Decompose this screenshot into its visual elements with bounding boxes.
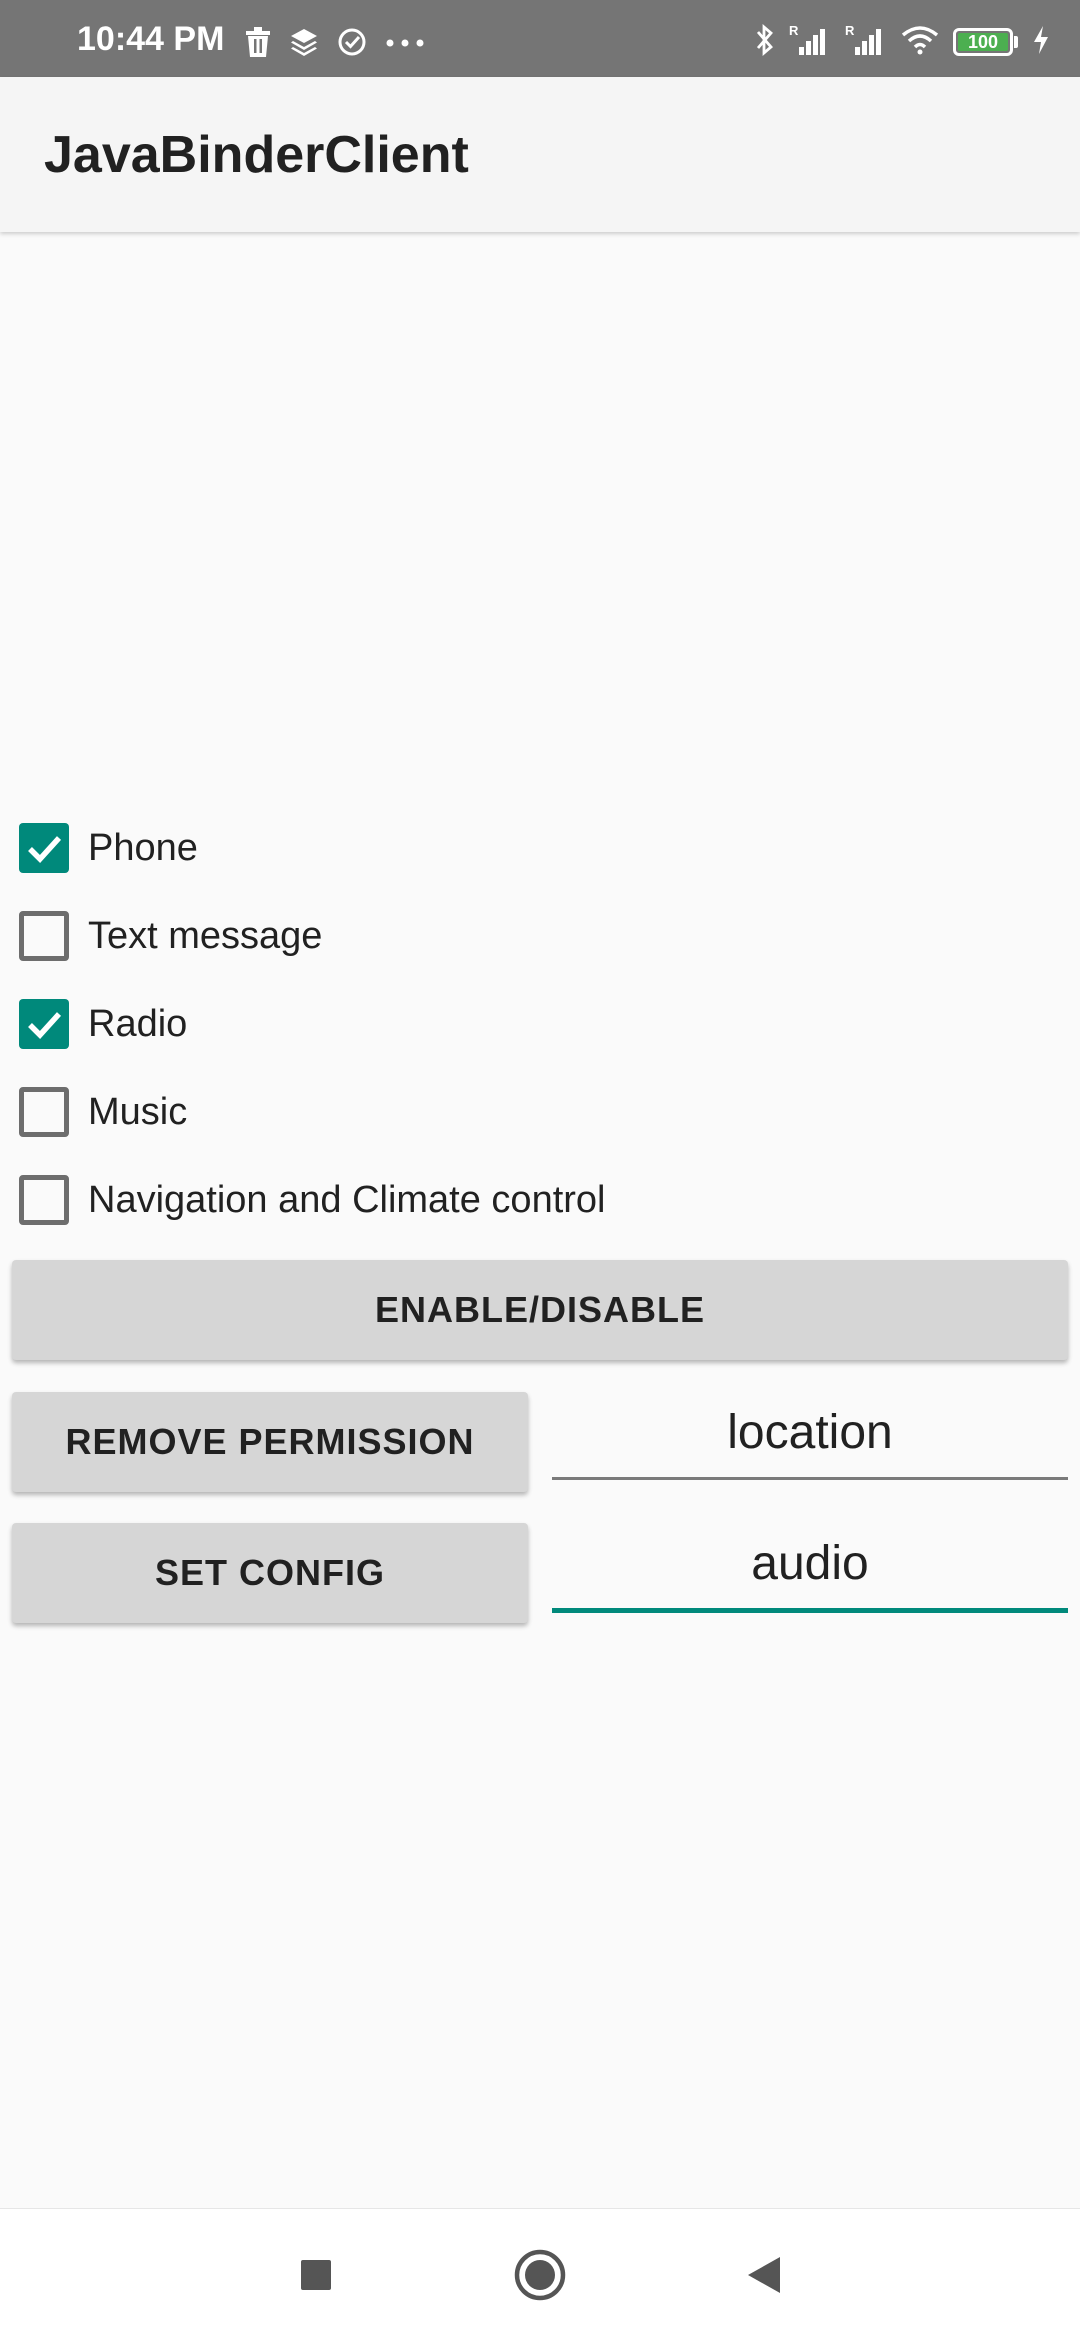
battery-icon: 100 <box>953 28 1018 56</box>
home-circle-icon[interactable] <box>512 2247 568 2303</box>
remove-permission-button[interactable]: REMOVE PERMISSION <box>12 1392 528 1492</box>
back-triangle-icon[interactable] <box>736 2247 792 2303</box>
status-system-icons: R R 100 <box>755 22 1050 62</box>
more-dots-icon <box>385 35 425 53</box>
bluetooth-icon <box>755 23 775 62</box>
app-bar: JavaBinderClient <box>0 77 1080 232</box>
recents-square-icon[interactable] <box>288 2247 344 2303</box>
checkbox-unchecked-icon[interactable] <box>19 1087 69 1137</box>
checkbox-text-message[interactable]: Text message <box>0 892 1080 980</box>
checkbox-label: Music <box>88 1091 188 1133</box>
permission-field[interactable] <box>552 1387 1068 1480</box>
trash-icon <box>245 26 271 62</box>
checkbox-unchecked-icon[interactable] <box>19 1175 69 1225</box>
checkbox-phone[interactable]: Phone <box>0 804 1080 892</box>
status-bar: 10:44 PM R R 100 <box>0 0 1080 77</box>
checkbox-music[interactable]: Music <box>0 1068 1080 1156</box>
checkbox-label: Navigation and Climate control <box>88 1179 606 1221</box>
layers-icon <box>289 27 319 62</box>
checkbox-radio[interactable]: Radio <box>0 980 1080 1068</box>
navigation-bar <box>0 2208 1080 2341</box>
status-time: 10:44 PM <box>77 20 225 58</box>
checkbox-label: Text message <box>88 915 323 957</box>
config-field[interactable] <box>552 1518 1068 1613</box>
check-circle-icon <box>337 27 367 62</box>
status-notification-icons <box>245 24 425 64</box>
checkbox-checked-icon[interactable] <box>19 999 69 1049</box>
charging-icon <box>1032 25 1050 60</box>
svg-text:R: R <box>845 23 855 38</box>
set-config-button[interactable]: SET CONFIG <box>12 1523 528 1623</box>
checkbox-label: Radio <box>88 1003 188 1045</box>
permission-input[interactable] <box>552 1404 1068 1460</box>
enable-disable-button[interactable]: ENABLE/DISABLE <box>12 1260 1068 1360</box>
checkbox-navigation-climate[interactable]: Navigation and Climate control <box>0 1156 1080 1244</box>
signal-roaming-icon: R <box>789 23 831 62</box>
signal-roaming-icon: R <box>845 23 887 62</box>
wifi-icon <box>901 25 939 60</box>
svg-text:R: R <box>789 23 799 38</box>
checkbox-label: Phone <box>88 827 198 869</box>
config-input[interactable] <box>552 1535 1068 1591</box>
app-title: JavaBinderClient <box>44 126 469 184</box>
checkbox-checked-icon[interactable] <box>19 823 69 873</box>
checkbox-unchecked-icon[interactable] <box>19 911 69 961</box>
